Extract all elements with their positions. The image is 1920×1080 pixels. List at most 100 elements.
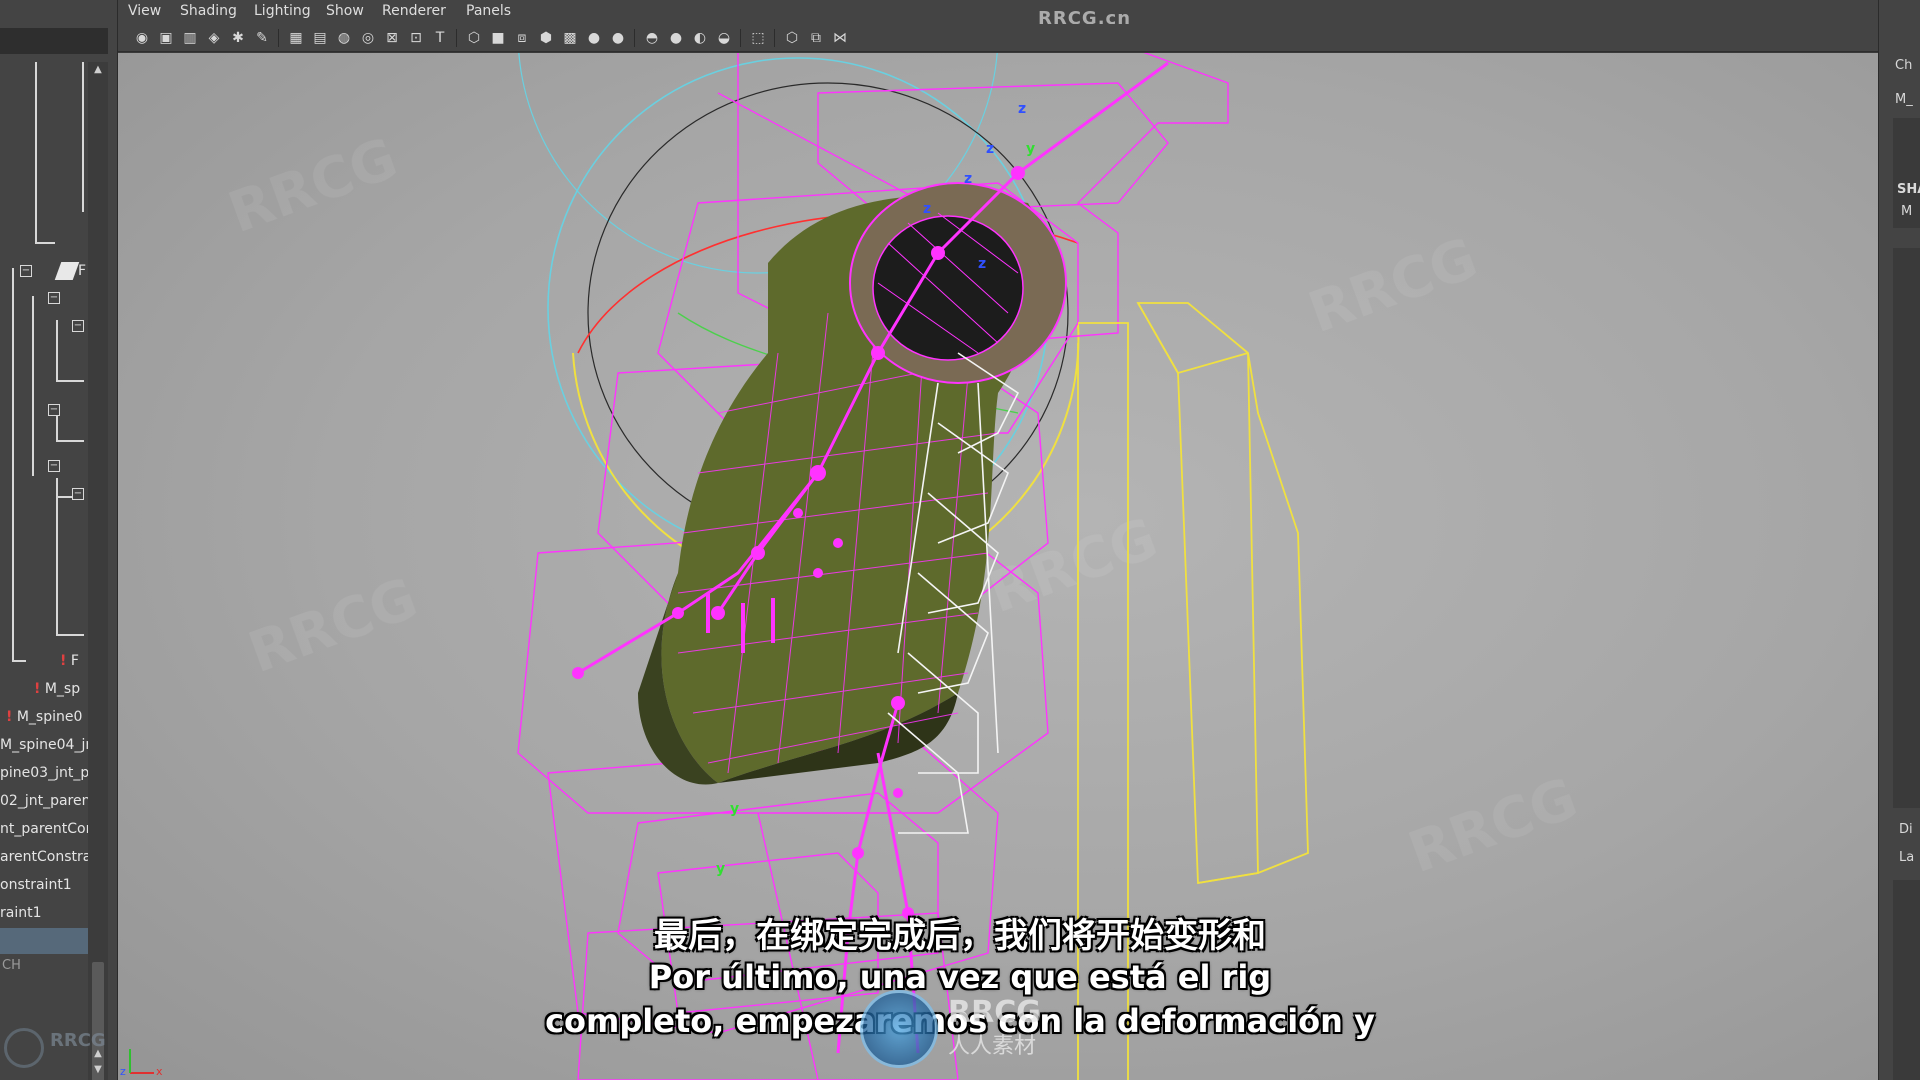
xray-joints-icon[interactable]: ⧉	[806, 28, 826, 48]
svg-text:z: z	[120, 1065, 126, 1078]
toolbar-separator	[774, 29, 775, 47]
svg-text:x: x	[156, 1065, 163, 1078]
viewport-menubar: View Shading Lighting Show Renderer Pane…	[118, 0, 1878, 29]
anti-aliasing-icon[interactable]: ◐	[690, 28, 710, 48]
tree-line	[56, 440, 84, 442]
tree-line	[35, 62, 37, 242]
outliner-search-field[interactable]	[0, 28, 108, 54]
subtitle-chinese: 最后，在绑定完成后，我们将开始变形和	[654, 916, 1266, 956]
tree-collapse-toggle[interactable]: −	[72, 488, 84, 500]
toolbar-separator	[278, 29, 279, 47]
svg-text:RRCG: RRCG	[1301, 226, 1486, 346]
svg-text:y: y	[1026, 141, 1035, 157]
display-layer-tab[interactable]: Di	[1899, 822, 1913, 837]
origin-axis-indicator: x z	[120, 1049, 163, 1078]
menu-lighting[interactable]: Lighting	[254, 3, 311, 19]
tree-collapse-toggle[interactable]: −	[72, 320, 84, 332]
tree-collapse-toggle[interactable]: −	[48, 404, 60, 416]
tree-line	[35, 242, 55, 244]
xray-icon[interactable]: ⬡	[782, 28, 802, 48]
scroll-up-arrow-icon[interactable]: ▲	[88, 62, 108, 78]
tree-collapse-toggle[interactable]: −	[48, 460, 60, 472]
outliner-row[interactable]: nt_parentCor	[0, 816, 88, 842]
outliner-row[interactable]: onstraint1	[0, 872, 88, 898]
toolbar-separator	[634, 29, 635, 47]
tree-collapse-toggle[interactable]: −	[20, 265, 32, 277]
grid-icon[interactable]: ▦	[286, 28, 306, 48]
default-material-icon[interactable]: ⬢	[536, 28, 556, 48]
tree-collapse-toggle[interactable]: −	[48, 292, 60, 304]
svg-text:RRCG: RRCG	[241, 566, 426, 686]
camera-attributes-icon[interactable]: ▣	[156, 28, 176, 48]
tree-line	[82, 62, 84, 212]
depth-of-field-icon[interactable]: ◒	[714, 28, 734, 48]
rrcg-watermark-logo-icon	[860, 990, 938, 1068]
safe-action-icon[interactable]: ⊡	[406, 28, 426, 48]
two-d-pan-icon[interactable]: ✱	[228, 28, 248, 48]
tree-line	[56, 634, 84, 636]
menu-panels[interactable]: Panels	[466, 3, 511, 19]
svg-text:z: z	[923, 201, 931, 217]
outliner-row[interactable]: arentConstra	[0, 844, 88, 870]
share-icon[interactable]: ⋈	[830, 28, 850, 48]
subtitle-spanish-line1: Por último, una vez que está el rig	[648, 958, 1272, 996]
image-plane-icon[interactable]: ◈	[204, 28, 224, 48]
tree-line	[32, 296, 34, 476]
svg-text:RRCG: RRCG	[981, 506, 1166, 626]
tree-line	[12, 660, 26, 662]
lights-icon[interactable]: ●	[584, 28, 604, 48]
svg-text:y: y	[716, 861, 725, 877]
warning-icon: !	[34, 681, 41, 697]
menu-show[interactable]: Show	[326, 3, 364, 19]
channel-box-tab[interactable]: Ch	[1895, 58, 1912, 73]
warning-icon: !	[6, 709, 13, 725]
outliner-row[interactable]: pine03_jnt_pa	[0, 760, 88, 786]
watermark-logo-text: RRCG	[948, 995, 1041, 1030]
grease-pencil-icon[interactable]: ✎	[252, 28, 272, 48]
outliner-row[interactable]: ! M_sp	[34, 676, 122, 702]
bookmark-icon[interactable]: ▥	[180, 28, 200, 48]
menu-shading[interactable]: Shading	[180, 3, 237, 19]
svg-text:z: z	[1018, 101, 1026, 117]
channel-box-shape-name: M	[1901, 204, 1913, 219]
channel-box-node-name: M_	[1895, 92, 1913, 107]
tree-line	[56, 320, 58, 380]
svg-text:RRCG: RRCG	[221, 126, 406, 246]
menu-view[interactable]: View	[128, 3, 161, 19]
channel-box-empty-area	[1893, 248, 1920, 808]
smooth-shade-icon[interactable]: ■	[488, 28, 508, 48]
wireframe-icon[interactable]: ⬡	[464, 28, 484, 48]
toolbar-separator	[456, 29, 457, 47]
tree-line	[56, 380, 84, 382]
field-chart-icon[interactable]: ⊠	[382, 28, 402, 48]
tree-line	[56, 478, 58, 634]
tree-line	[12, 268, 14, 660]
viewport-toolbar: ◉ ▣ ▥ ◈ ✱ ✎ ▦ ▤ ◍ ◎ ⊠ ⊡ T ⬡ ■ ⧈ ⬢ ▩ ● ● …	[118, 24, 1878, 52]
wireframe-on-shaded-icon[interactable]: ⧈	[512, 28, 532, 48]
toolbar-separator	[740, 29, 741, 47]
svg-text:z: z	[964, 171, 972, 187]
film-gate-icon[interactable]: ▤	[310, 28, 330, 48]
menu-renderer[interactable]: Renderer	[382, 3, 446, 19]
gate-mask-icon[interactable]: ◎	[358, 28, 378, 48]
constraint-icon	[54, 262, 80, 280]
svg-text:RRCG: RRCG	[1401, 766, 1586, 886]
resolution-gate-icon[interactable]: ◍	[334, 28, 354, 48]
screen-space-ao-icon[interactable]: ◓	[642, 28, 662, 48]
outliner-row[interactable]: ! M_spine0	[6, 704, 94, 730]
safe-title-icon[interactable]: T	[430, 28, 450, 48]
textured-icon[interactable]: ▩	[560, 28, 580, 48]
outliner-row[interactable]: 02_jnt_paren	[0, 788, 88, 814]
scroll-down-arrow-icon[interactable]: ▼	[88, 1062, 108, 1078]
channel-box-shapes-label: SHA	[1897, 182, 1920, 197]
svg-text:z: z	[978, 256, 986, 272]
warning-icon: !	[60, 653, 67, 669]
svg-text:z: z	[986, 141, 994, 157]
shadows-icon[interactable]: ●	[608, 28, 628, 48]
isolate-select-icon[interactable]: ⬚	[748, 28, 768, 48]
camera-select-icon[interactable]: ◉	[132, 28, 152, 48]
layer-menu[interactable]: La	[1899, 850, 1914, 865]
outliner-row[interactable]: M_spine04_jr	[0, 732, 88, 758]
watermark-logo-subtext: 人人素材	[948, 1034, 1037, 1059]
motion-blur-icon[interactable]: ●	[666, 28, 686, 48]
